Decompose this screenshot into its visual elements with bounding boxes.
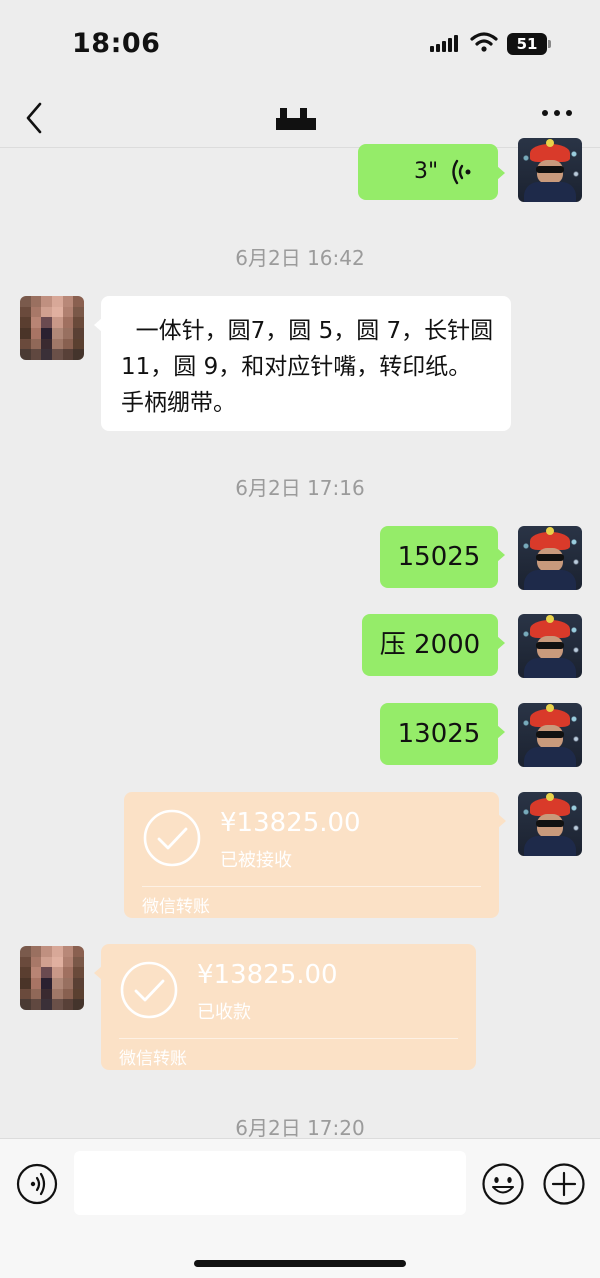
status-time: 18:06 (72, 28, 161, 59)
avatar-self[interactable] (518, 138, 582, 202)
transfer-amount: ¥13825.00 (197, 960, 338, 990)
timestamp: 6月2日 17:16 (235, 476, 365, 500)
signal-icon (430, 35, 458, 52)
check-icon (120, 961, 178, 1019)
emoji-icon[interactable] (481, 1162, 525, 1206)
voice-waves-icon (452, 159, 471, 185)
home-indicator (194, 1260, 406, 1267)
text-message[interactable]: 13025 (380, 703, 505, 765)
voice-duration: 3" (414, 159, 439, 184)
avatar-self[interactable] (518, 703, 582, 767)
message-input[interactable] (74, 1151, 466, 1215)
check-icon (143, 809, 201, 867)
plus-icon[interactable] (542, 1162, 586, 1206)
avatar-self[interactable] (518, 792, 582, 856)
divider (142, 886, 481, 887)
avatar-other[interactable] (20, 296, 84, 360)
chat-title-obscured (276, 108, 316, 130)
voice-toggle-icon[interactable] (16, 1163, 58, 1205)
wifi-icon (470, 32, 498, 52)
timestamp: 6月2日 17:20 (235, 1116, 365, 1140)
chat-header (0, 88, 600, 148)
divider (119, 1038, 458, 1039)
avatar-other[interactable] (20, 946, 84, 1010)
transfer-amount: ¥13825.00 (220, 808, 361, 838)
avatar-self[interactable] (518, 614, 582, 678)
battery-icon: 51 (507, 33, 551, 55)
timestamp: 6月2日 16:42 (235, 246, 365, 270)
avatar-self[interactable] (518, 526, 582, 590)
input-bar (0, 1138, 600, 1278)
transfer-card-received[interactable]: ¥13825.00 已收款 微信转账 (94, 944, 476, 1070)
text-message[interactable]: 15025 (380, 526, 505, 588)
more-icon[interactable] (541, 108, 573, 118)
transfer-label: 微信转账 (142, 897, 210, 917)
transfer-status: 已收款 (197, 1002, 251, 1023)
transfer-label: 微信转账 (119, 1049, 187, 1069)
voice-message[interactable]: 3" (358, 144, 505, 200)
status-bar: 18:06 51 (0, 0, 600, 88)
text-message[interactable]: 压 2000 (362, 614, 505, 676)
text-message[interactable]: 一体针，圆7，圆 5，圆 7，长针圆 11，圆 9，和对应针嘴，转印纸。 手柄绷… (94, 296, 511, 431)
battery-level: 51 (516, 35, 538, 53)
back-icon[interactable] (22, 98, 46, 138)
transfer-card-sent[interactable]: ¥13825.00 已被接收 微信转账 (124, 792, 506, 918)
transfer-status: 已被接收 (220, 850, 292, 871)
